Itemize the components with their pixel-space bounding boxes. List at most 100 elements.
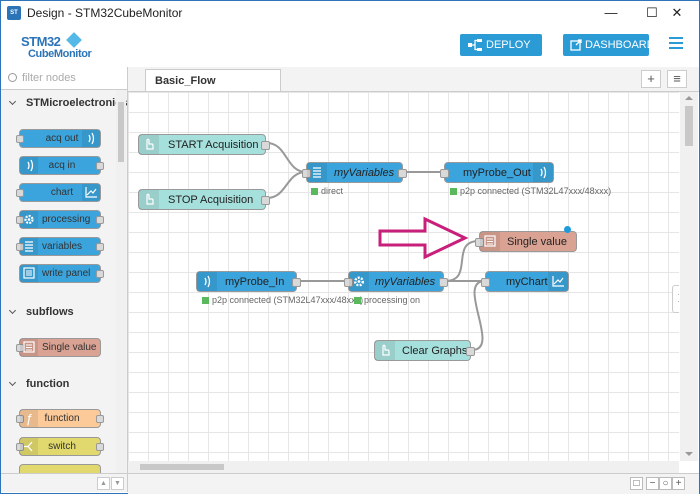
output-port [96,162,104,170]
palette-node-acq-out[interactable]: acq out [16,129,101,148]
output-port[interactable] [261,196,270,205]
flow-node-myvariables-2[interactable]: myVariables [344,271,448,292]
palette-node-variables[interactable]: variables [16,237,104,256]
output-port [96,270,104,278]
node-label: function [44,413,80,424]
node-label: myVariables [375,276,436,288]
node-label: STOP Acquisition [168,194,254,206]
chart-icon [82,184,100,201]
input-port[interactable] [481,278,490,287]
flow-node-myvariables-1[interactable]: myVariables [302,162,407,183]
flow-node-start-acquisition[interactable]: START Acquisition [138,134,270,155]
category-stmicroelectronics[interactable]: STMicroelectronics [1,93,127,115]
scroll-down-arrow[interactable] [685,452,693,456]
workspace: Basic_Flow + ≡ START Acquisition STOP Ac… [128,67,699,494]
function-icon: ƒ [20,410,38,427]
close-button[interactable]: ✕ [655,1,699,25]
hand-pointer-icon [139,190,159,209]
output-port[interactable] [292,278,301,287]
add-tab-button[interactable]: + [641,70,661,88]
scroll-thumb[interactable] [140,464,224,470]
palette-node-processing[interactable]: processing [16,210,104,229]
hand-pointer-icon [375,341,395,360]
flow-node-stop-acquisition[interactable]: STOP Acquisition [138,189,270,210]
node-label: Single value [42,342,97,353]
status-processing-on: processing on [354,295,420,305]
dashboard-button[interactable]: DASHBOARD [563,34,655,56]
collapse-all-button[interactable]: ▲ [97,477,110,490]
category-subflows[interactable]: subflows [1,302,115,324]
palette-node-partial[interactable] [19,464,101,473]
chart-icon [548,272,568,291]
flow-node-mychart[interactable]: myChart [481,271,569,292]
navigator-button[interactable]: □ [630,477,643,490]
palette-node-write-panel[interactable]: write panel [19,264,104,283]
output-port [96,415,104,423]
status-probe-in: p2p connected (STM32L47xxx/48xxx) [202,295,363,305]
app-icon: ST [7,6,21,20]
flow-node-myprobe-out[interactable]: myProbe_Out [440,162,554,183]
zoom-out-button[interactable]: − [646,477,659,490]
tab-basic-flow[interactable]: Basic_Flow [145,69,281,91]
flow-canvas[interactable]: START Acquisition STOP Acquisition myVar… [128,92,679,461]
palette-node-switch[interactable]: switch [16,437,104,456]
scroll-up-arrow[interactable] [685,96,693,100]
chevron-down-icon [8,306,17,315]
category-label: STMicroelectronics [26,97,128,109]
zoom-reset-button[interactable]: ○ [659,477,672,490]
list-icon [307,163,327,182]
node-label: START Acquisition [168,139,259,151]
output-port[interactable] [261,141,270,150]
status-dot [202,297,209,304]
canvas-horizontal-scrollbar[interactable] [128,461,679,473]
title-bar: ST Design - STM32CubeMonitor — ☐ ✕ [1,1,699,25]
flow-node-myprobe-in[interactable]: myProbe_In [196,271,301,292]
list-flows-button[interactable]: ≡ [667,70,687,88]
external-link-icon [570,39,582,51]
status-dot [450,188,457,195]
category-function[interactable]: function [1,374,115,396]
annotation-arrow [378,216,469,260]
output-port[interactable] [466,347,475,356]
input-port[interactable] [440,169,449,178]
logo-text-bottom: CubeMonitor [28,48,92,60]
logo-cube-icon [66,32,82,48]
flow-node-single-value[interactable]: Single value [475,231,577,252]
chevron-right-icon [674,293,679,303]
window-title: Design - STM32CubeMonitor [27,6,183,20]
output-port [96,216,104,224]
sidebar-toggle[interactable] [672,285,679,313]
status-dot [311,188,318,195]
palette-scrollbar[interactable] [116,90,126,473]
palette-node-chart[interactable]: chart [16,183,101,202]
node-label: variables [42,241,83,252]
node-label: Single value [507,236,567,248]
deploy-button[interactable]: DEPLOY [460,34,542,56]
status-text: direct [321,186,344,196]
zoom-in-button[interactable]: + [672,477,685,490]
output-port[interactable] [439,278,448,287]
subflow-icon [20,339,38,356]
status-dot [354,297,361,304]
canvas-vertical-scrollbar[interactable] [680,92,698,461]
palette-node-acq-in[interactable]: acq in [19,156,104,175]
scroll-thumb[interactable] [685,106,693,146]
minimize-button[interactable]: — [589,1,633,25]
status-direct: direct [311,186,343,196]
application-window: ST Design - STM32CubeMonitor — ☐ ✕ STM32… [0,0,700,494]
deploy-icon [468,39,482,51]
node-palette: filter nodes STMicroelectronics acq out … [1,67,128,473]
output-port[interactable] [398,169,407,178]
palette-node-function[interactable]: ƒ function [16,409,104,428]
expand-all-button[interactable]: ▼ [111,477,124,490]
node-label: Clear Graphs [402,345,468,357]
node-label: myVariables [334,167,395,179]
filter-nodes-input[interactable]: filter nodes [1,67,127,90]
wire [471,280,486,351]
scroll-thumb[interactable] [118,102,124,162]
input-port [16,189,24,197]
palette-node-single-value[interactable]: Single value [16,338,101,357]
flow-node-clear-graphs[interactable]: Clear Graphs [374,340,475,361]
switch-icon [20,438,38,455]
hamburger-menu-icon[interactable] [669,37,683,49]
